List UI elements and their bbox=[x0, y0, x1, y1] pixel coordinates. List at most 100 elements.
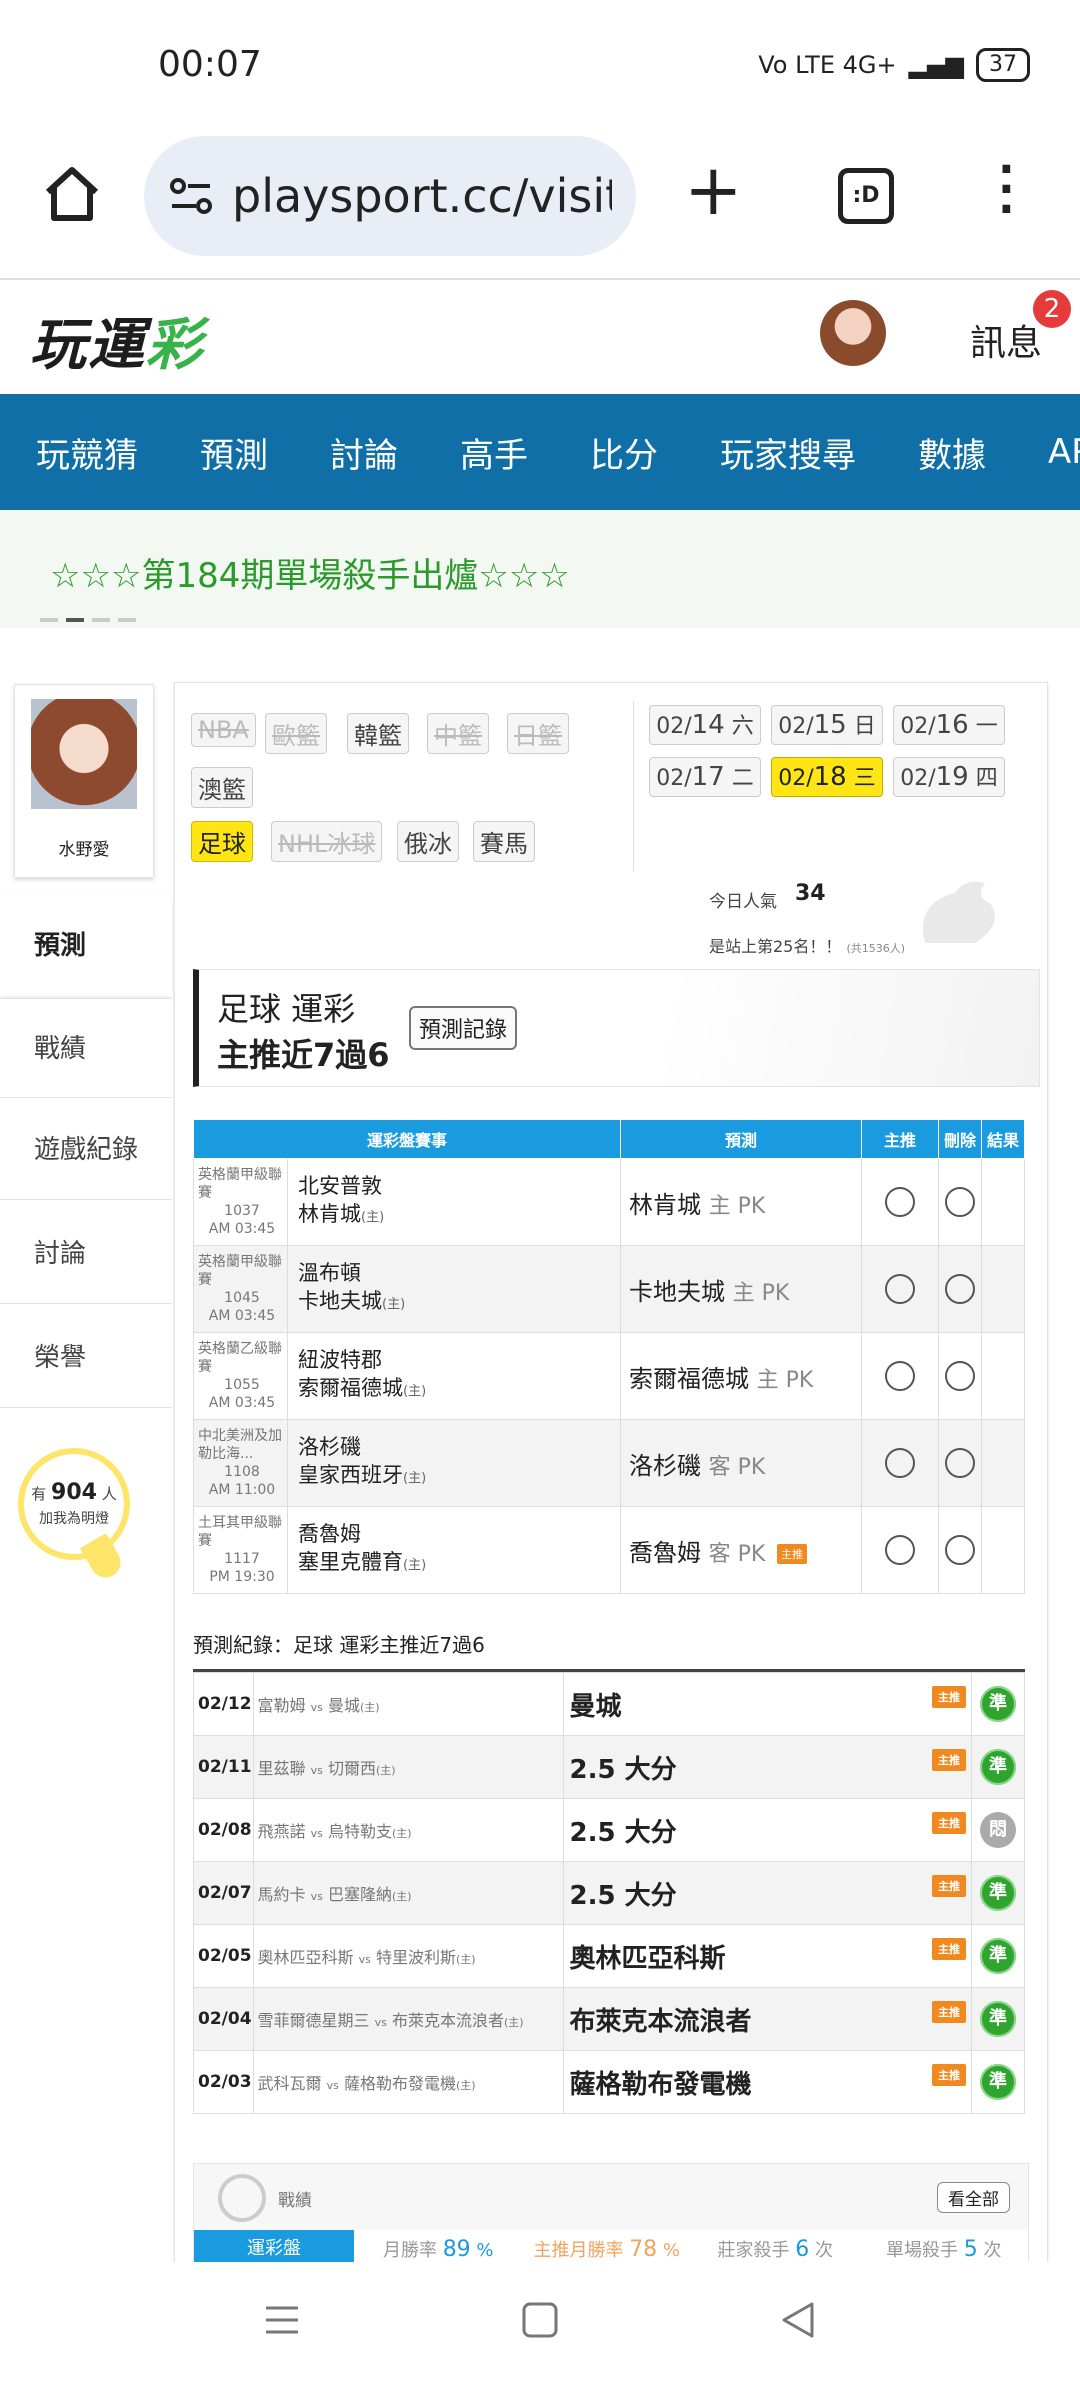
record-result-cell: 準 bbox=[971, 1735, 1025, 1799]
site-settings-icon[interactable] bbox=[170, 176, 214, 216]
back-icon[interactable] bbox=[778, 2300, 818, 2340]
profile-card[interactable]: 水野愛 bbox=[14, 684, 154, 878]
announcement-banner[interactable]: ☆☆☆第184期單場殺手出爐☆☆☆ bbox=[0, 510, 1080, 628]
sport-tag[interactable]: 中籃 bbox=[427, 713, 489, 754]
record-result-cell: 悶 bbox=[971, 1798, 1025, 1862]
sport-tag[interactable]: NBA bbox=[191, 713, 256, 747]
banner-text: ☆☆☆第184期單場殺手出爐☆☆☆ bbox=[50, 556, 570, 596]
main-pick-tag: 主推 bbox=[932, 1874, 966, 1897]
main-pick-cell[interactable] bbox=[861, 1332, 939, 1420]
date-button-selected[interactable]: 02/18 三 bbox=[771, 757, 883, 797]
carousel-dot[interactable] bbox=[66, 618, 84, 622]
site-logo[interactable]: 玩運彩 bbox=[30, 300, 204, 381]
main-pick-radio[interactable] bbox=[885, 1448, 915, 1478]
delete-cell[interactable] bbox=[938, 1158, 982, 1246]
sidebar-item-discussion[interactable]: 討論 bbox=[0, 1204, 172, 1304]
new-tab-icon[interactable]: + bbox=[684, 155, 743, 225]
record-match: 雪菲爾德星期三 vs 布萊克本流浪者(主) bbox=[252, 1987, 564, 2051]
logo-text: 玩運 bbox=[30, 313, 146, 378]
table-row: 英格蘭乙級聯賽 1055 AM 03:45 紐波特郡 索爾福德城(主) 索爾福德城 主 P… bbox=[193, 1332, 1025, 1420]
nav-item[interactable]: 預測 bbox=[200, 428, 268, 477]
sport-tag[interactable]: 日籃 bbox=[507, 713, 569, 754]
nav-item[interactable]: 比分 bbox=[590, 428, 658, 477]
sport-tag[interactable]: NHL冰球 bbox=[271, 821, 383, 862]
column-header: 預測 bbox=[620, 1119, 862, 1159]
tab-switcher-button[interactable]: :D bbox=[838, 168, 894, 224]
address-bar[interactable]: playsport.cc/visit bbox=[144, 136, 636, 256]
delete-radio[interactable] bbox=[945, 1361, 975, 1391]
table-row: 土耳其甲級聯賽 1117 PM 19:30 喬魯姆 塞里克體育(主) 喬魯姆 客 PK 主… bbox=[193, 1506, 1025, 1594]
delete-radio[interactable] bbox=[945, 1187, 975, 1217]
sidebar-item-game-history[interactable]: 遊戲紀錄 bbox=[0, 1100, 172, 1200]
main-pick-cell[interactable] bbox=[861, 1419, 939, 1507]
sport-tag[interactable]: 澳籃 bbox=[191, 767, 253, 808]
more-menu-icon[interactable]: · · · bbox=[998, 148, 1018, 232]
main-pick-radio[interactable] bbox=[885, 1187, 915, 1217]
record-title: 預測紀錄：足球 運彩主推近7過6 bbox=[193, 1633, 485, 1657]
result-badge: 準 bbox=[980, 1875, 1016, 1911]
delete-radio[interactable] bbox=[945, 1274, 975, 1304]
prediction-cell: 索爾福德城 主 PK bbox=[620, 1332, 862, 1420]
column-header: 主推 bbox=[861, 1119, 939, 1159]
follow-lamp-button[interactable]: 有 904 人 加我為明燈 bbox=[18, 1448, 130, 1560]
delete-cell[interactable] bbox=[938, 1332, 982, 1420]
prediction-table: 運彩盤賽事 預測 主推 刪除 結果 英格蘭甲級聯賽 1037 AM 03:45 北安普… bbox=[193, 1119, 1025, 1594]
followers-count: 有 904 人 bbox=[31, 1480, 117, 1505]
sport-tag[interactable]: 俄冰 bbox=[397, 821, 459, 862]
column-header: 結果 bbox=[981, 1119, 1025, 1159]
delete-radio[interactable] bbox=[945, 1448, 975, 1478]
main-pick-radio[interactable] bbox=[885, 1535, 915, 1565]
home-icon[interactable] bbox=[42, 164, 102, 224]
record-row: 02/12 富勒姆 vs 曼城(主) 曼城 主推準 bbox=[193, 1672, 1025, 1736]
carousel-dot[interactable] bbox=[118, 618, 136, 622]
sport-tag[interactable]: 歐籃 bbox=[265, 713, 327, 754]
prediction-record-button[interactable]: 預測記錄 bbox=[409, 1006, 518, 1050]
date-button[interactable]: 02/16 一 bbox=[893, 705, 1005, 745]
main-pick-cell[interactable] bbox=[861, 1245, 939, 1333]
date-button[interactable]: 02/15 日 bbox=[771, 705, 883, 745]
teams-cell: 紐波特郡 索爾福德城(主) bbox=[287, 1332, 621, 1420]
user-avatar[interactable] bbox=[820, 300, 886, 366]
main-pick-cell[interactable] bbox=[861, 1158, 939, 1246]
see-all-button[interactable]: 看全部 bbox=[937, 2182, 1010, 2213]
nav-item[interactable]: 玩家搜尋 bbox=[720, 428, 856, 477]
messages-link[interactable]: 訊息 bbox=[970, 314, 1042, 366]
date-button[interactable]: 02/14 六 bbox=[649, 705, 761, 745]
result-badge: 準 bbox=[980, 1938, 1016, 1974]
record-row: 02/03 武科瓦爾 vs 薩格勒布發電機(主) 薩格勒布發電機 主推準 bbox=[193, 2050, 1025, 2114]
sport-type-title: 足球 運彩 bbox=[217, 990, 356, 1028]
sport-tag[interactable]: 賽馬 bbox=[473, 821, 535, 862]
sidebar-item-predictions[interactable]: 預測 bbox=[0, 896, 172, 996]
delete-cell[interactable] bbox=[938, 1506, 982, 1594]
delete-cell[interactable] bbox=[938, 1419, 982, 1507]
main-pick-cell[interactable] bbox=[861, 1506, 939, 1594]
delete-cell[interactable] bbox=[938, 1245, 982, 1333]
record-date: 02/08 bbox=[193, 1798, 254, 1862]
carousel-dot[interactable] bbox=[40, 618, 58, 622]
main-pick-radio[interactable] bbox=[885, 1361, 915, 1391]
record-match: 飛燕諾 vs 烏特勒支(主) bbox=[252, 1798, 564, 1862]
nav-item[interactable]: 討論 bbox=[330, 428, 398, 477]
record-result-cell: 準 bbox=[971, 1924, 1025, 1988]
league-cell: 英格蘭甲級聯賽 1045 AM 03:45 bbox=[193, 1245, 288, 1333]
carousel-dot[interactable] bbox=[92, 618, 110, 622]
sport-tag-selected[interactable]: 足球 bbox=[191, 821, 253, 862]
nav-item[interactable]: APP bbox=[1048, 432, 1080, 472]
main-pick-radio[interactable] bbox=[885, 1274, 915, 1304]
record-row: 02/04 雪菲爾德星期三 vs 布萊克本流浪者(主) 布萊克本流浪者 主推準 bbox=[193, 1987, 1025, 2051]
recent-apps-icon[interactable] bbox=[262, 2300, 302, 2340]
sidebar-item-record[interactable]: 戰績 bbox=[0, 998, 172, 1098]
nav-item[interactable]: 玩競猜 bbox=[36, 428, 138, 477]
prediction-cell: 洛杉磯 客 PK bbox=[620, 1419, 862, 1507]
sport-tag[interactable]: 韓籃 bbox=[347, 713, 409, 754]
record-row: 02/05 奧林匹亞科斯 vs 特里波利斯(主) 奧林匹亞科斯 主推準 bbox=[193, 1924, 1025, 1988]
sidebar-item-honors[interactable]: 榮譽 bbox=[0, 1308, 172, 1408]
date-button[interactable]: 02/19 四 bbox=[893, 757, 1005, 797]
nav-item[interactable]: 高手 bbox=[460, 428, 528, 477]
record-pick: 2.5 大分 主推 bbox=[562, 1861, 973, 1925]
nav-item[interactable]: 數據 bbox=[918, 428, 986, 477]
date-button[interactable]: 02/17 二 bbox=[649, 757, 761, 797]
delete-radio[interactable] bbox=[945, 1535, 975, 1565]
home-nav-icon[interactable] bbox=[520, 2300, 560, 2340]
record-row: 02/07 馬約卡 vs 巴塞隆納(主) 2.5 大分 主推準 bbox=[193, 1861, 1025, 1925]
